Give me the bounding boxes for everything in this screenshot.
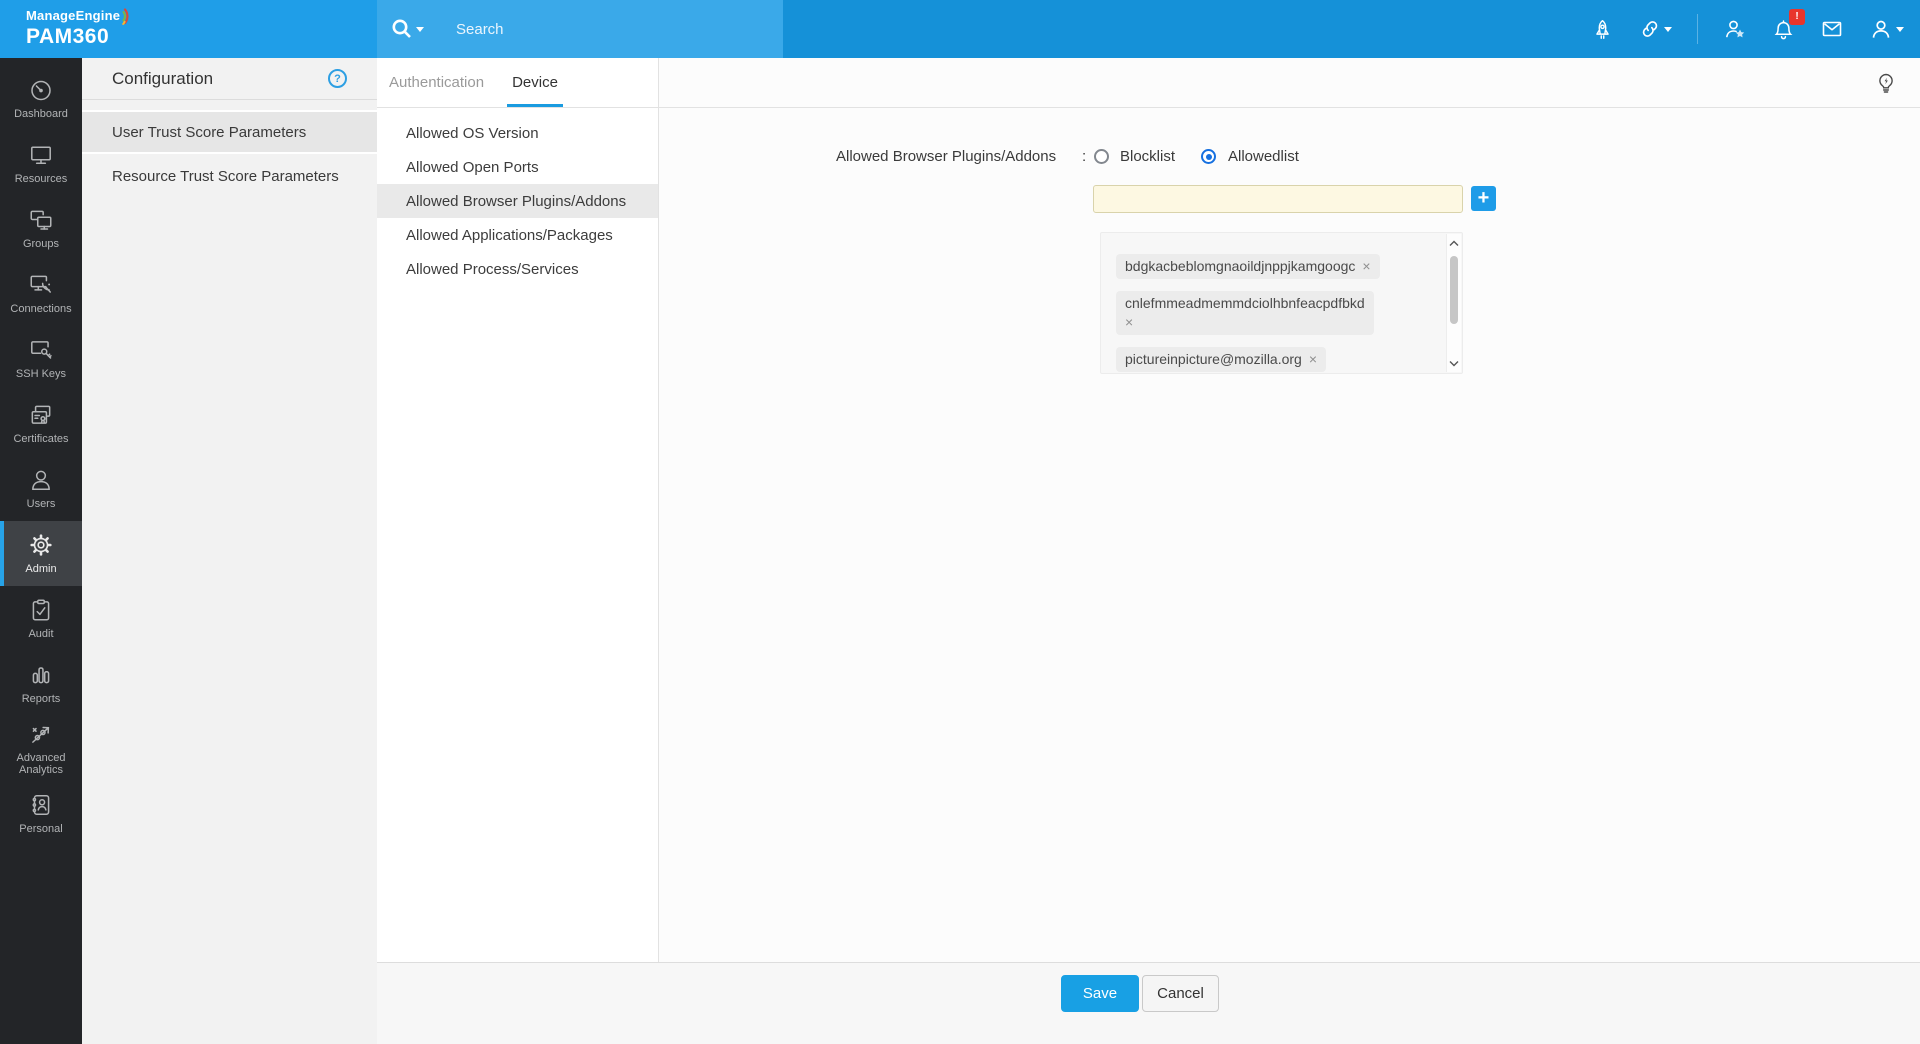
mail-icon[interactable] <box>1820 17 1844 41</box>
sidebar-item-dashboard[interactable]: Dashboard <box>0 66 82 131</box>
audit-icon <box>28 597 54 623</box>
add-plugin-button[interactable]: + <box>1471 186 1496 211</box>
plugin-chip: bdgkacbeblomgnaoildjnppjkamgoogc× <box>1116 254 1380 279</box>
plugin-chip: cnlefmmeadmemmdciolhbnfeacpdfbkd× <box>1116 291 1374 335</box>
plugin-id-input[interactable] <box>1093 185 1463 213</box>
sidebar-item-reports[interactable]: Reports <box>0 651 82 716</box>
users-icon <box>28 467 54 493</box>
whats-new-rocket-icon[interactable] <box>1591 18 1614 41</box>
plugin-policy-row: Allowed Browser Plugins/Addons : Blockli… <box>659 148 1920 168</box>
brand-company: ManageEngine <box>26 8 120 23</box>
search-icon[interactable] <box>390 17 414 41</box>
action-footer: Save Cancel <box>377 962 1920 1044</box>
plugin-list-scrollbar[interactable] <box>1446 234 1461 372</box>
field-colon: : <box>1082 148 1086 165</box>
connections-icon <box>28 272 54 298</box>
config-item-resource-trust-score[interactable]: Resource Trust Score Parameters <box>82 154 377 198</box>
admin-gear-icon <box>28 532 54 558</box>
configuration-panel: Configuration ? User Trust Score Paramet… <box>82 58 377 1044</box>
quick-links-caret-icon[interactable] <box>1664 27 1672 32</box>
notifications-bell-icon[interactable]: ! <box>1772 18 1795 41</box>
configuration-title: Configuration <box>112 69 213 89</box>
brand-area: ManageEngine PAM360 <box>0 0 377 58</box>
sidebar-item-groups[interactable]: Groups <box>0 196 82 261</box>
notification-badge[interactable]: ! <box>1789 9 1805 25</box>
plugin-list-box: bdgkacbeblomgnaoildjnppjkamgoogc× cnlefm… <box>1100 232 1463 374</box>
main-sidebar: Dashboard Resources Groups Connections <box>0 58 82 1044</box>
reports-icon <box>28 662 54 688</box>
sidebar-item-connections[interactable]: Connections <box>0 261 82 326</box>
blocklist-radio-label[interactable]: Blocklist <box>1120 148 1175 165</box>
search-placeholder[interactable]: Search <box>456 21 504 38</box>
scrollbar-thumb[interactable] <box>1450 256 1458 324</box>
menu-item-allowed-browser-plugins[interactable]: Allowed Browser Plugins/Addons <box>377 184 658 218</box>
brand-product: PAM360 <box>26 25 377 49</box>
brand-swoosh-icon <box>122 8 137 26</box>
sidebar-item-personal[interactable]: Personal <box>0 781 82 846</box>
certificates-icon <box>28 402 54 428</box>
sidebar-item-certificates[interactable]: Certificates <box>0 391 82 456</box>
top-bar: ManageEngine PAM360 Search <box>0 0 1920 58</box>
quick-links-icon[interactable] <box>1639 18 1672 40</box>
device-submenu-panel: Authentication Device Allowed OS Version… <box>377 58 659 962</box>
sidebar-item-ssh-keys[interactable]: SSH Keys <box>0 326 82 391</box>
advanced-analytics-icon <box>28 721 54 747</box>
scroll-up-icon[interactable] <box>1447 235 1461 251</box>
menu-item-allowed-process-services[interactable]: Allowed Process/Services <box>377 252 658 286</box>
tab-row: Authentication Device <box>377 58 658 108</box>
profile-menu-icon[interactable] <box>1869 17 1904 41</box>
menu-item-allowed-open-ports[interactable]: Allowed Open Ports <box>377 150 658 184</box>
sidebar-item-admin[interactable]: Admin <box>0 521 82 586</box>
tab-authentication[interactable]: Authentication <box>389 58 484 107</box>
topbar-actions: ! <box>1591 0 1904 58</box>
sidebar-item-users[interactable]: Users <box>0 456 82 521</box>
sidebar-item-audit[interactable]: Audit <box>0 586 82 651</box>
remove-plugin-icon[interactable]: × <box>1362 258 1370 274</box>
tab-device[interactable]: Device <box>512 58 558 107</box>
save-button[interactable]: Save <box>1061 975 1139 1012</box>
allowedlist-radio-label[interactable]: Allowedlist <box>1228 148 1299 165</box>
global-search[interactable]: Search <box>377 0 783 58</box>
profile-caret-icon[interactable] <box>1896 27 1904 32</box>
remove-plugin-icon[interactable]: × <box>1125 313 1365 331</box>
menu-item-allowed-applications[interactable]: Allowed Applications/Packages <box>377 218 658 252</box>
sidebar-item-advanced-analytics[interactable]: Advanced Analytics <box>0 716 82 781</box>
remove-plugin-icon[interactable]: × <box>1309 351 1317 367</box>
help-icon[interactable]: ? <box>328 69 347 88</box>
plugin-chip: pictureinpicture@mozilla.org× <box>1116 347 1326 372</box>
resources-icon <box>28 142 54 168</box>
topbar-divider <box>1697 14 1698 44</box>
user-favorites-icon[interactable] <box>1723 17 1747 41</box>
sidebar-item-resources[interactable]: Resources <box>0 131 82 196</box>
tips-bulb-icon[interactable] <box>1874 71 1898 95</box>
allowedlist-radio[interactable] <box>1201 149 1216 164</box>
config-item-user-trust-score[interactable]: User Trust Score Parameters <box>82 110 377 154</box>
groups-icon <box>28 207 54 233</box>
ssh-keys-icon <box>28 337 54 363</box>
main-content: Allowed Browser Plugins/Addons : Blockli… <box>659 58 1920 962</box>
menu-item-allowed-os-version[interactable]: Allowed OS Version <box>377 116 658 150</box>
personal-icon <box>28 792 54 818</box>
cancel-button[interactable]: Cancel <box>1142 975 1219 1012</box>
dashboard-icon <box>28 77 54 103</box>
blocklist-radio[interactable] <box>1094 149 1109 164</box>
search-scope-caret-icon[interactable] <box>416 27 424 32</box>
scroll-down-icon[interactable] <box>1447 355 1461 371</box>
field-label: Allowed Browser Plugins/Addons <box>836 148 1056 165</box>
